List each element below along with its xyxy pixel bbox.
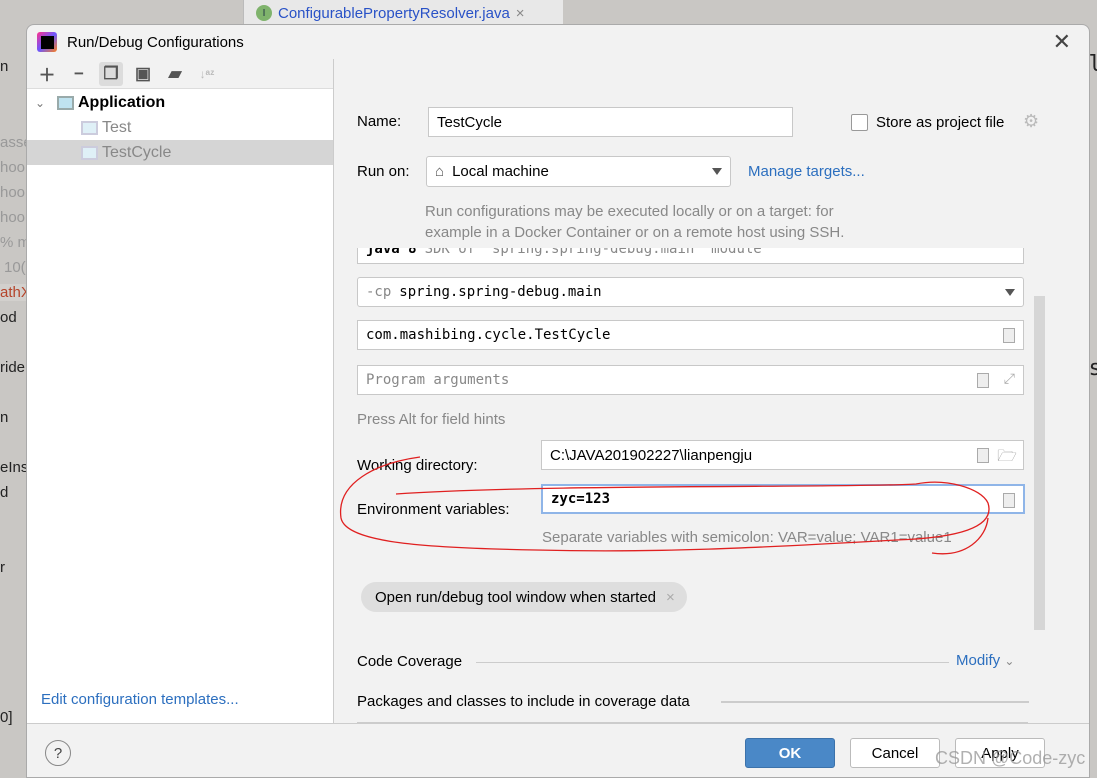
bg-text: eIns: [0, 459, 29, 476]
bg-text: hoo: [0, 209, 26, 226]
tree-group-application[interactable]: ⌄ Application: [27, 90, 333, 115]
bg-text: d: [0, 484, 9, 501]
name-label: Name:: [357, 113, 402, 130]
close-icon[interactable]: ×: [666, 589, 675, 606]
run-on-label: Run on:: [357, 163, 410, 180]
scrollbar[interactable]: [1034, 296, 1045, 630]
dropdown-arrow-icon: [712, 168, 722, 175]
intellij-logo-icon: [37, 32, 57, 52]
edit-templates-link[interactable]: Edit configuration templates...: [41, 691, 239, 708]
open-tool-window-chip[interactable]: Open run/debug tool window when started …: [361, 582, 687, 612]
copy-icon[interactable]: ❐: [99, 61, 123, 86]
bg-text: r: [0, 559, 5, 576]
config-tree-panel: ＋ − ❐ ▣ ▰ ↓ᵃᶻ ⌄ Application Test TestCyc…: [27, 59, 334, 723]
close-icon[interactable]: ✕: [1053, 29, 1071, 55]
run-on-dropdown[interactable]: ⌂ Local machine: [426, 156, 731, 187]
new-folder-icon[interactable]: ▰: [163, 62, 187, 86]
bg-text: 0]: [0, 709, 13, 726]
tree-item-label: Test: [102, 118, 132, 136]
store-label: Store as project file: [876, 114, 1005, 131]
remove-icon[interactable]: −: [67, 62, 91, 86]
add-icon[interactable]: ＋: [35, 62, 59, 86]
chip-label: Open run/debug tool window when started: [375, 588, 657, 606]
name-value: TestCycle: [437, 113, 503, 131]
application-icon: [57, 95, 74, 110]
tree-item-test[interactable]: Test: [27, 115, 333, 140]
bg-text: n: [0, 409, 9, 426]
bg-text: od: [0, 309, 17, 326]
modify-label: Modify: [956, 652, 1001, 669]
name-input[interactable]: TestCycle: [428, 107, 793, 137]
code-coverage-label: Code Coverage: [357, 653, 463, 670]
cancel-button[interactable]: Cancel: [850, 738, 940, 768]
chevron-down-icon: ⌄: [1004, 654, 1015, 668]
editor-tab-label: ConfigurablePropertyResolver.java: [278, 4, 510, 22]
bg-text: n: [0, 58, 9, 75]
divider: [721, 701, 1029, 703]
run-on-hint: Run configurations may be executed local…: [425, 203, 834, 220]
application-icon: [81, 120, 98, 135]
packages-label: Packages and classes to include in cover…: [357, 693, 690, 710]
help-button[interactable]: ?: [45, 740, 71, 766]
chevron-down-icon: ⌄: [35, 95, 46, 110]
bg-text: hoo: [0, 159, 26, 176]
scroll-area: java 8 SDK of 'spring.spring-debug.main'…: [336, 248, 1089, 723]
config-form: Name: TestCycle Store as project file ⚙ …: [336, 59, 1089, 723]
title-bar: Run/Debug Configurations ✕: [27, 25, 1089, 59]
run-on-value: Local machine: [452, 163, 549, 180]
sort-icon[interactable]: ↓ᵃᶻ: [195, 62, 219, 86]
run-debug-dialog: Run/Debug Configurations ✕ ＋ − ❐ ▣ ▰ ↓ᵃᶻ…: [26, 24, 1090, 778]
close-icon[interactable]: ×: [516, 5, 525, 22]
bg-text: hoo: [0, 184, 26, 201]
tree-toolbar: ＋ − ❐ ▣ ▰ ↓ᵃᶻ: [27, 59, 333, 89]
dialog-footer: ? OK Cancel Apply: [27, 723, 1089, 777]
modify-link[interactable]: Modify ⌄: [956, 652, 1014, 669]
run-on-hint: example in a Docker Container or on a re…: [425, 224, 845, 241]
save-icon[interactable]: ▣: [131, 62, 155, 86]
tree-group-label: Application: [78, 93, 166, 111]
bg-text: ride: [0, 359, 26, 376]
tree-item-testcycle[interactable]: TestCycle: [27, 140, 333, 165]
tree-item-label: TestCycle: [102, 143, 172, 161]
divider: [476, 662, 949, 663]
bg-text: 10(: [4, 259, 26, 276]
manage-targets-link[interactable]: Manage targets...: [748, 163, 865, 180]
bg-text: athX: [0, 284, 31, 301]
ok-button[interactable]: OK: [745, 738, 835, 768]
store-checkbox[interactable]: [851, 114, 868, 131]
red-annotation-ellipse: [340, 456, 990, 555]
watermark: CSDN @Code-zyc: [935, 748, 1086, 768]
home-icon: ⌂: [435, 163, 445, 180]
gear-icon[interactable]: ⚙: [1023, 111, 1039, 132]
editor-tab[interactable]: I ConfigurablePropertyResolver.java ×: [243, 0, 563, 26]
interface-icon: I: [256, 5, 272, 21]
application-icon: [81, 145, 98, 160]
dialog-title: Run/Debug Configurations: [67, 33, 244, 51]
